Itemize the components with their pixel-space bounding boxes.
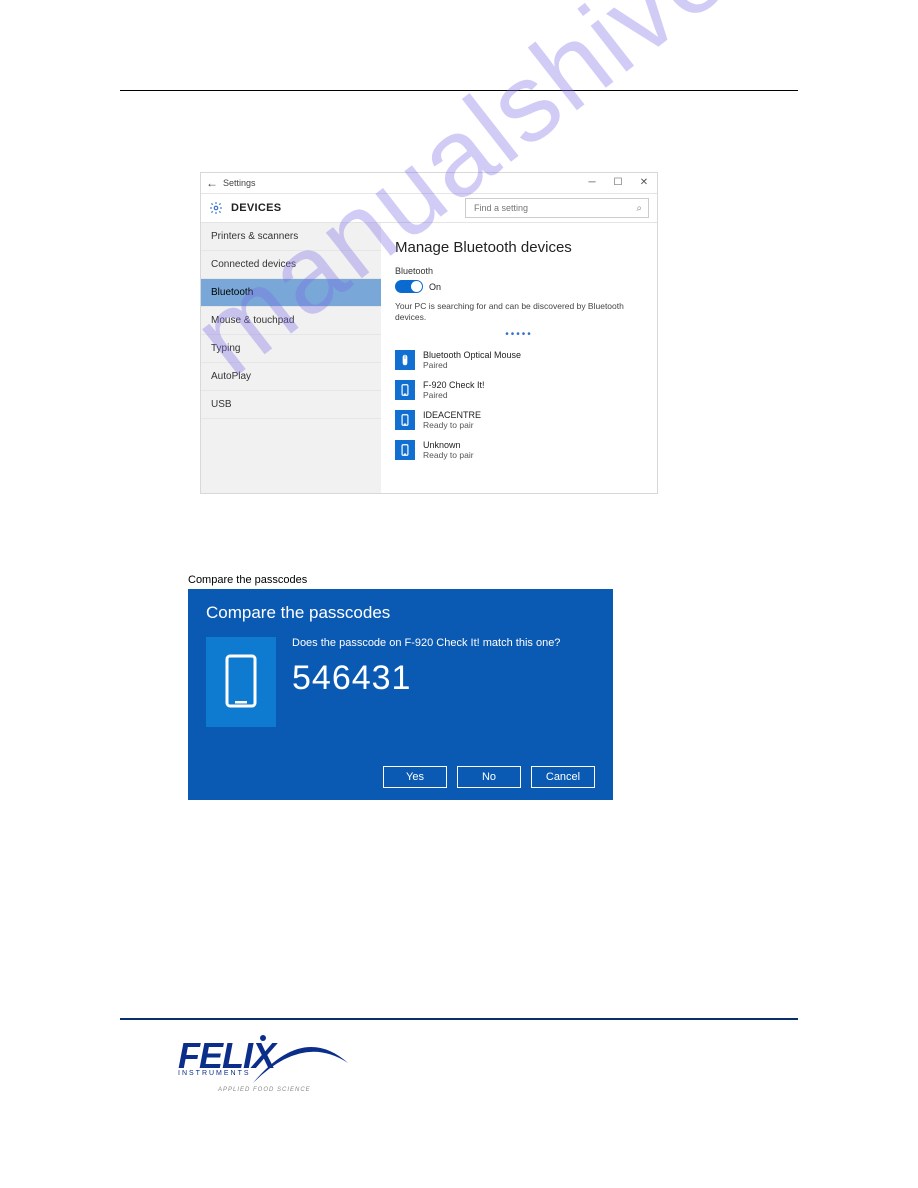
passcode-code: 546431 (292, 659, 595, 698)
no-button[interactable]: No (457, 766, 521, 788)
progress-dots: ••••• (395, 329, 643, 340)
passcode-dialog: Compare the passcodes Does the passcode … (188, 589, 613, 800)
cancel-button[interactable]: Cancel (531, 766, 595, 788)
passcode-caption: Compare the passcodes (188, 574, 307, 586)
device-list: Bluetooth Optical MousePairedF-920 Check… (395, 350, 643, 460)
close-button[interactable]: ✕ (631, 173, 657, 193)
device-icon (395, 350, 415, 370)
device-status: Ready to pair (423, 420, 481, 430)
passcode-question: Does the passcode on F-920 Check It! mat… (292, 637, 595, 649)
search-icon: ⌕ (636, 203, 642, 214)
device-status: Paired (423, 390, 485, 400)
top-rule (120, 90, 798, 91)
device-icon (395, 410, 415, 430)
felix-logo: FELIX INSTRUMENTS APPLIED FOOD SCIENCE (178, 1040, 348, 1093)
phone-icon (221, 654, 261, 710)
phone-tile (206, 637, 276, 727)
content-heading: Manage Bluetooth devices (395, 239, 643, 256)
minimize-button[interactable]: ─ (579, 173, 605, 193)
nav-item-usb[interactable]: USB (201, 391, 381, 419)
titlebar: ← Settings ─ ☐ ✕ (201, 173, 657, 194)
search-input[interactable] (472, 202, 636, 214)
yes-button[interactable]: Yes (383, 766, 447, 788)
nav-item-bluetooth[interactable]: Bluetooth (201, 279, 381, 307)
device-name: Unknown (423, 440, 474, 450)
maximize-button[interactable]: ☐ (605, 173, 631, 193)
device-row[interactable]: IDEACENTREReady to pair (395, 410, 643, 430)
header-title: DEVICES (231, 202, 465, 214)
device-name: F-920 Check It! (423, 380, 485, 390)
settings-header: DEVICES ⌕ (201, 194, 657, 223)
window-title: Settings (223, 178, 579, 188)
device-row[interactable]: F-920 Check It!Paired (395, 380, 643, 400)
device-row[interactable]: UnknownReady to pair (395, 440, 643, 460)
gear-icon (209, 201, 223, 215)
device-icon (395, 380, 415, 400)
nav-item-mouse-touchpad[interactable]: Mouse & touchpad (201, 307, 381, 335)
device-name: Bluetooth Optical Mouse (423, 350, 521, 360)
nav-item-typing[interactable]: Typing (201, 335, 381, 363)
passcode-title: Compare the passcodes (206, 603, 595, 623)
nav-item-autoplay[interactable]: AutoPlay (201, 363, 381, 391)
settings-window: ← Settings ─ ☐ ✕ DEVICES ⌕ Printers & (200, 172, 658, 494)
content-panel: Manage Bluetooth devices Bluetooth On Yo… (381, 223, 657, 494)
nav-item-printers-scanners[interactable]: Printers & scanners (201, 223, 381, 251)
search-box[interactable]: ⌕ (465, 198, 649, 218)
discovery-status: Your PC is searching for and can be disc… (395, 301, 643, 323)
bluetooth-label: Bluetooth (395, 266, 643, 276)
bottom-rule (120, 1018, 798, 1020)
logo-swoosh-icon (248, 1028, 358, 1098)
nav-panel: Printers & scannersConnected devicesBlue… (201, 223, 381, 494)
device-icon (395, 440, 415, 460)
nav-item-connected-devices[interactable]: Connected devices (201, 251, 381, 279)
bluetooth-toggle[interactable] (395, 280, 423, 293)
device-status: Ready to pair (423, 450, 474, 460)
back-button[interactable]: ← (201, 176, 223, 190)
device-name: IDEACENTRE (423, 410, 481, 420)
device-status: Paired (423, 360, 521, 370)
toggle-state-label: On (429, 282, 441, 292)
device-row[interactable]: Bluetooth Optical MousePaired (395, 350, 643, 370)
